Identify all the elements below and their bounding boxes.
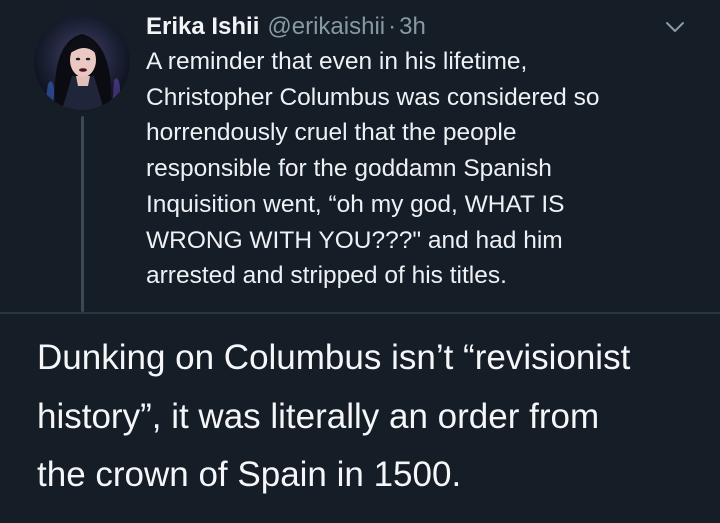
tweet-text-line: A reminder that even in his lifetime,	[146, 48, 528, 75]
tweet-text-line: horrendously cruel that the people	[146, 119, 517, 147]
tweet-text-line: WRONG WITH YOU???" and had him	[146, 226, 563, 254]
divider	[0, 312, 720, 314]
author-name[interactable]: Erika Ishii	[146, 10, 259, 44]
thread-line	[81, 116, 84, 312]
caption-line: the crown of Spain in 1500.	[37, 455, 462, 495]
tweet-text-line: arrested and stripped of his titles.	[146, 262, 507, 290]
tweet-text-line: Inquisition went, “oh my god, WHAT IS	[146, 190, 565, 218]
avatar-photo-icon	[34, 14, 130, 110]
caption-text: Dunking on Columbus isn’t “revisionist h…	[37, 329, 707, 505]
tweet-header: Erika Ishii @erikaishii · 3h	[146, 10, 426, 44]
tweet-text-line: responsible for the goddamn Spanish	[146, 155, 552, 183]
tweet-timestamp[interactable]: 3h	[399, 10, 426, 44]
author-handle[interactable]: @erikaishii	[267, 10, 385, 44]
tweet-text: A reminder that even in his lifetime, Ch…	[146, 44, 686, 294]
caption-line: history”, it was literally an order from	[37, 396, 600, 436]
tweet-text-line: Christopher Columbus was considered so	[146, 83, 600, 111]
caption-line: Dunking on Columbus isn’t “revisionist	[37, 338, 631, 377]
author-avatar[interactable]	[34, 14, 130, 110]
chevron-down-icon[interactable]	[664, 20, 686, 34]
tweet-card[interactable]: Erika Ishii @erikaishii · 3h A reminder …	[0, 0, 720, 312]
separator-dot: ·	[388, 13, 397, 40]
